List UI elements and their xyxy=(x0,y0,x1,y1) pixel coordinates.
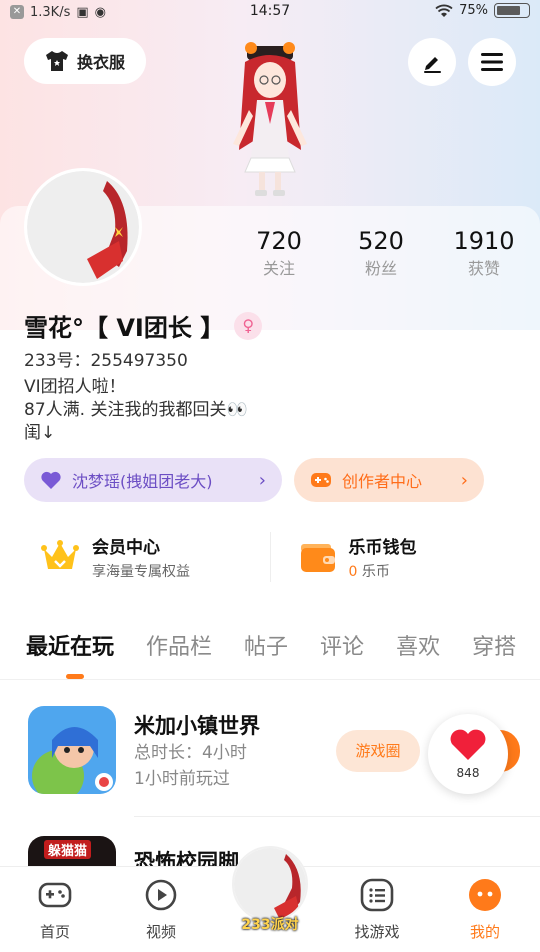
avatar[interactable] xyxy=(24,168,142,286)
battery-icon xyxy=(494,3,530,18)
following-label: 关注 xyxy=(262,259,295,278)
game-icon: 躲猫猫 xyxy=(28,836,116,866)
chevron-right-icon: › xyxy=(460,469,468,491)
tab-comments[interactable]: 评论 xyxy=(320,629,364,661)
wallet-icon xyxy=(300,544,335,572)
tab-posts[interactable]: 帖子 xyxy=(244,629,288,661)
nav-video-label: 视频 xyxy=(145,923,176,941)
following-count: 720 xyxy=(256,227,302,255)
gamepad-icon xyxy=(38,882,72,908)
member-center-button[interactable]: 会员中心 享海量专属权益 xyxy=(12,520,270,594)
nav-find-games-label: 找游戏 xyxy=(354,923,400,941)
network-speed: 1.3K/s xyxy=(30,4,71,20)
video-play-icon xyxy=(145,879,177,911)
change-outfit-label: 换衣服 xyxy=(76,53,125,72)
chevron-right-icon: › xyxy=(258,469,266,491)
bio-line: 闺↓ xyxy=(24,423,56,443)
menu-button[interactable] xyxy=(468,38,516,86)
crown-icon xyxy=(41,540,79,569)
status-right: 75% xyxy=(435,3,530,18)
game-meta: 总时长：4小时 1小时前玩过 xyxy=(134,740,247,792)
nav-find-games[interactable]: 找游戏 xyxy=(332,877,422,942)
nav-home-label: 首页 xyxy=(39,923,70,941)
hamburger-menu-icon xyxy=(481,53,503,71)
followers-count: 520 xyxy=(358,227,404,255)
membership-wallet-card: 会员中心 享海量专属权益 乐币钱包 0 乐币 xyxy=(12,520,528,594)
nav-home[interactable]: 首页 xyxy=(10,877,100,942)
palette-icon: ◉ xyxy=(94,4,106,20)
avatar-character-illustration xyxy=(215,40,325,200)
member-center-subtitle: 享海量专属权益 xyxy=(92,564,190,580)
nav-mine-label: 我的 xyxy=(469,923,500,941)
bio-line: VI团招人啦！ xyxy=(24,377,126,397)
member-center-title: 会员中心 xyxy=(92,538,160,558)
list-divider xyxy=(134,816,540,817)
following-stat[interactable]: 720 关注 xyxy=(229,226,329,282)
likes-label: 获赞 xyxy=(467,259,500,278)
bio-line: 87人满. 关注我的我都回关👀 xyxy=(24,400,248,420)
bio: VI团招人啦！ 87人满. 关注我的我都回关👀 闺↓ xyxy=(24,376,248,445)
party-avatar-image xyxy=(234,848,306,920)
game-icon xyxy=(28,706,116,794)
last-played: 1小时前玩过 xyxy=(134,769,230,789)
tabs-divider xyxy=(0,679,540,680)
pencil-icon xyxy=(424,57,441,73)
username: 雪花°【 VI团长 】 xyxy=(24,314,225,342)
account-id[interactable]: 233号：255497350 xyxy=(24,346,188,371)
profile-face-icon xyxy=(469,879,501,911)
followers-label: 粉丝 xyxy=(364,259,397,278)
tab-recently-played[interactable]: 最近在玩 xyxy=(26,629,114,661)
list-icon xyxy=(360,878,394,912)
coin-wallet-button[interactable]: 乐币钱包 0 乐币 xyxy=(271,520,529,594)
tab-works[interactable]: 作品栏 xyxy=(146,629,212,661)
creator-center-button[interactable]: 创作者中心 › xyxy=(294,458,484,502)
nav-party-label: 233派对 xyxy=(241,917,299,933)
likes-count: 1910 xyxy=(453,227,515,255)
female-gender-icon: ♀ xyxy=(234,311,263,340)
game-icon-label: 躲猫猫 xyxy=(44,840,92,859)
game-title: 米加小镇世界 xyxy=(134,714,260,738)
followers-stat[interactable]: 520 粉丝 xyxy=(331,226,431,282)
creator-center-label: 创作者中心 xyxy=(342,472,423,491)
nav-mine[interactable]: 我的 xyxy=(440,877,530,942)
edit-profile-button[interactable] xyxy=(408,38,456,86)
game-title: 恐怖校园脚 xyxy=(134,850,239,866)
battery-percent: 75% xyxy=(459,3,488,18)
gamepad-icon xyxy=(311,473,331,487)
nav-video[interactable]: 视频 xyxy=(116,877,206,942)
notification-icon: ✕ xyxy=(10,5,24,19)
profile-tabs: 最近在玩 作品栏 帖子 评论 喜欢 穿搭 xyxy=(0,612,540,678)
game-circle-button[interactable]: 游戏圈 xyxy=(336,730,420,772)
tshirt-icon xyxy=(45,51,68,71)
coin-wallet-title: 乐币钱包 xyxy=(348,538,417,558)
tab-likes[interactable]: 喜欢 xyxy=(396,629,440,661)
group-pill-button[interactable]: 沈梦瑶(拽姐团老大) › xyxy=(24,458,282,502)
username-row: 雪花°【 VI团长 】 ♀ xyxy=(24,308,263,343)
party-center-button[interactable] xyxy=(232,846,308,922)
change-outfit-button[interactable]: 换衣服 xyxy=(24,38,146,84)
heart-icon xyxy=(41,471,61,489)
group-pill-label: 沈梦瑶(拽姐团老大) xyxy=(72,472,213,491)
play-duration: 总时长：4小时 xyxy=(134,743,247,763)
wifi-icon xyxy=(435,4,453,17)
likes-stat[interactable]: 1910 获赞 xyxy=(434,226,534,282)
like-count: 848 xyxy=(456,766,480,780)
coin-unit: 乐币 xyxy=(357,564,390,580)
tab-outfits[interactable]: 穿搭 xyxy=(472,629,516,661)
avatar-image xyxy=(27,171,139,283)
screenshot-icon: ▣ xyxy=(76,4,89,20)
floating-like-button[interactable]: 848 xyxy=(428,714,508,794)
heart-icon xyxy=(450,729,486,760)
coin-balance: 0 乐币 xyxy=(349,561,417,581)
